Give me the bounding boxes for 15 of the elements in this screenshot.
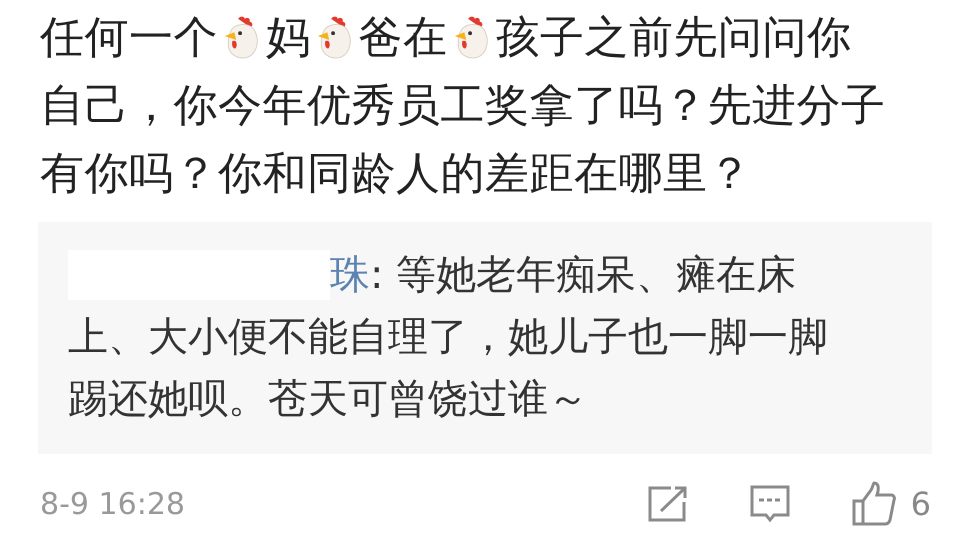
reply-text: : 等她老年痴呆、瘫在床 xyxy=(370,251,796,300)
share-icon[interactable] xyxy=(646,485,689,523)
comment-text: 自己，你今年优秀员工奖拿了吗？先进分子 xyxy=(40,79,886,133)
like-count: 6 xyxy=(910,484,931,525)
comment-text: 任何一个 xyxy=(40,11,218,65)
comment-text: 爸在 xyxy=(358,11,448,65)
timestamp: 8-9 16:28 xyxy=(40,486,185,524)
author-link[interactable]: 珠 xyxy=(330,245,370,305)
reply-text: 踢还她呗。苍天可曾饶过谁～ xyxy=(68,375,588,424)
thumbs-up-icon[interactable] xyxy=(850,481,897,527)
comment-text: 妈 xyxy=(266,11,310,65)
comment-icon[interactable] xyxy=(748,484,791,524)
reply-text: 上、大小便不能自理了，她儿子也一脚一脚 xyxy=(68,313,828,362)
comment-text: 有你吗？你和同龄人的差距在哪里？ xyxy=(40,147,752,201)
comment-text: 孩子之前先问问你 xyxy=(496,11,852,65)
